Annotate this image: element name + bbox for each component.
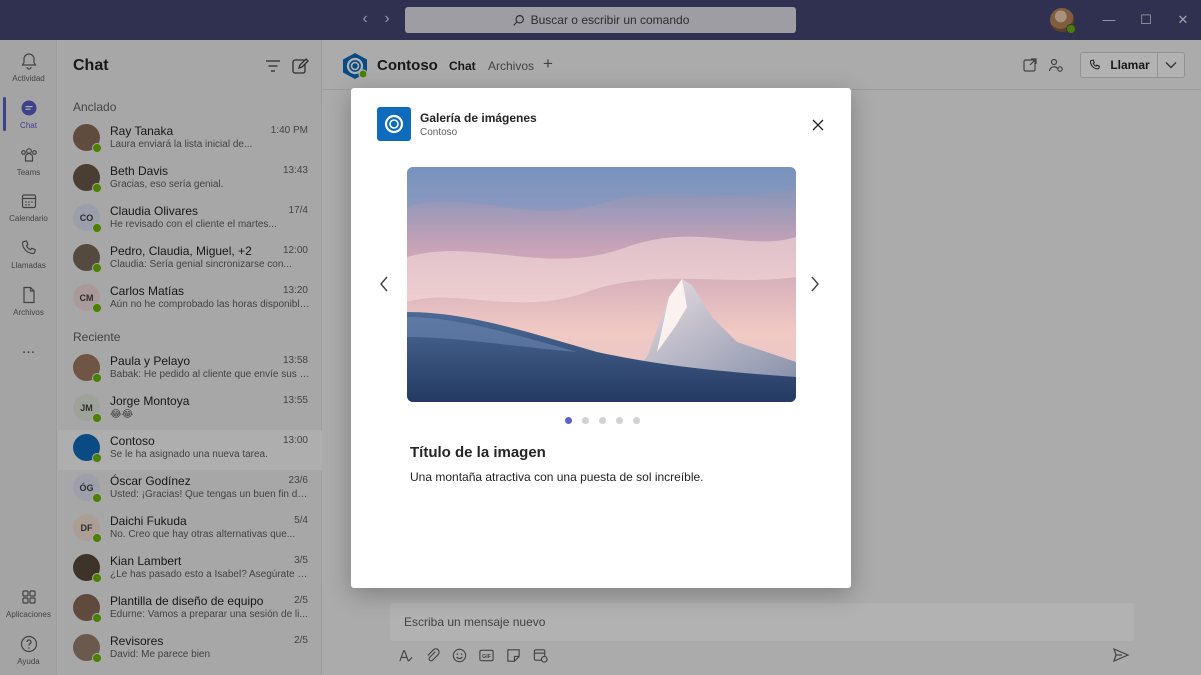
image-gallery-dialog: Galería de imágenes Contoso Título de la… [351,88,851,588]
dialog-subtitle: Contoso [420,127,458,138]
pagination-dot[interactable] [565,417,572,424]
pagination-dot[interactable] [582,417,589,424]
chevron-left-icon[interactable] [377,274,391,294]
app-logo-icon [377,107,411,141]
pagination-dot[interactable] [616,417,623,424]
gallery-image [407,167,796,402]
dialog-title: Galería de imágenes [420,111,537,125]
gallery-pagination [565,417,640,424]
close-icon[interactable] [811,118,825,132]
mountain-sunset-image [407,167,796,402]
pagination-dot[interactable] [633,417,640,424]
image-description: Una montaña atractiva con una puesta de … [410,470,704,484]
chevron-right-icon[interactable] [808,274,822,294]
image-title: Título de la imagen [410,444,546,461]
pagination-dot[interactable] [599,417,606,424]
